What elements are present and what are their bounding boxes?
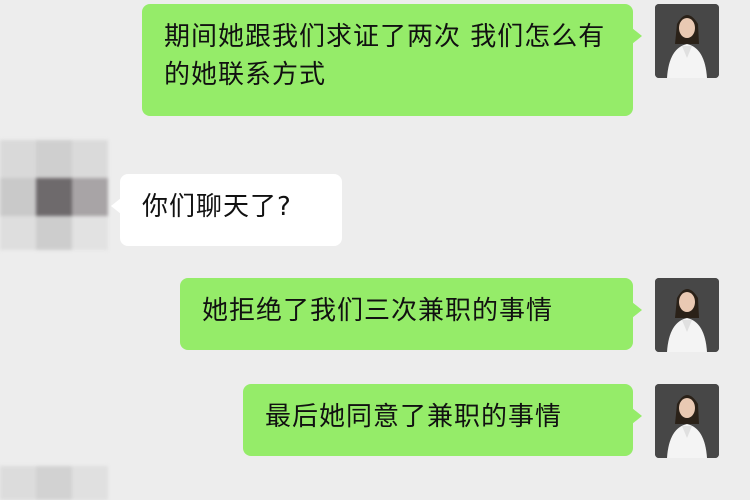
user-avatar[interactable] <box>655 278 719 352</box>
contact-avatar[interactable] <box>0 140 110 250</box>
message-bubble-sent[interactable]: 最后她同意了兼职的事情 <box>243 384 642 456</box>
message-text: 最后她同意了兼职的事情 <box>265 402 563 432</box>
message-text: 你们聊天了? <box>142 192 292 222</box>
avatar-portrait-icon <box>655 4 719 78</box>
avatar-portrait-icon <box>655 278 719 352</box>
user-avatar[interactable] <box>655 384 719 458</box>
user-avatar[interactable] <box>655 4 719 78</box>
avatar-portrait-icon <box>655 384 719 458</box>
message-bubble-sent[interactable]: 她拒绝了我们三次兼职的事情 <box>180 278 642 350</box>
message-text: 她拒绝了我们三次兼职的事情 <box>202 296 554 326</box>
message-bubble-received[interactable]: 你们聊天了? <box>111 174 342 246</box>
message-text: 期间她跟我们求证了两次 我们怎么有的她联系方式 <box>164 22 606 90</box>
message-bubble-sent[interactable]: 期间她跟我们求证了两次 我们怎么有的她联系方式 <box>142 4 642 116</box>
contact-avatar-partial[interactable] <box>0 466 110 500</box>
